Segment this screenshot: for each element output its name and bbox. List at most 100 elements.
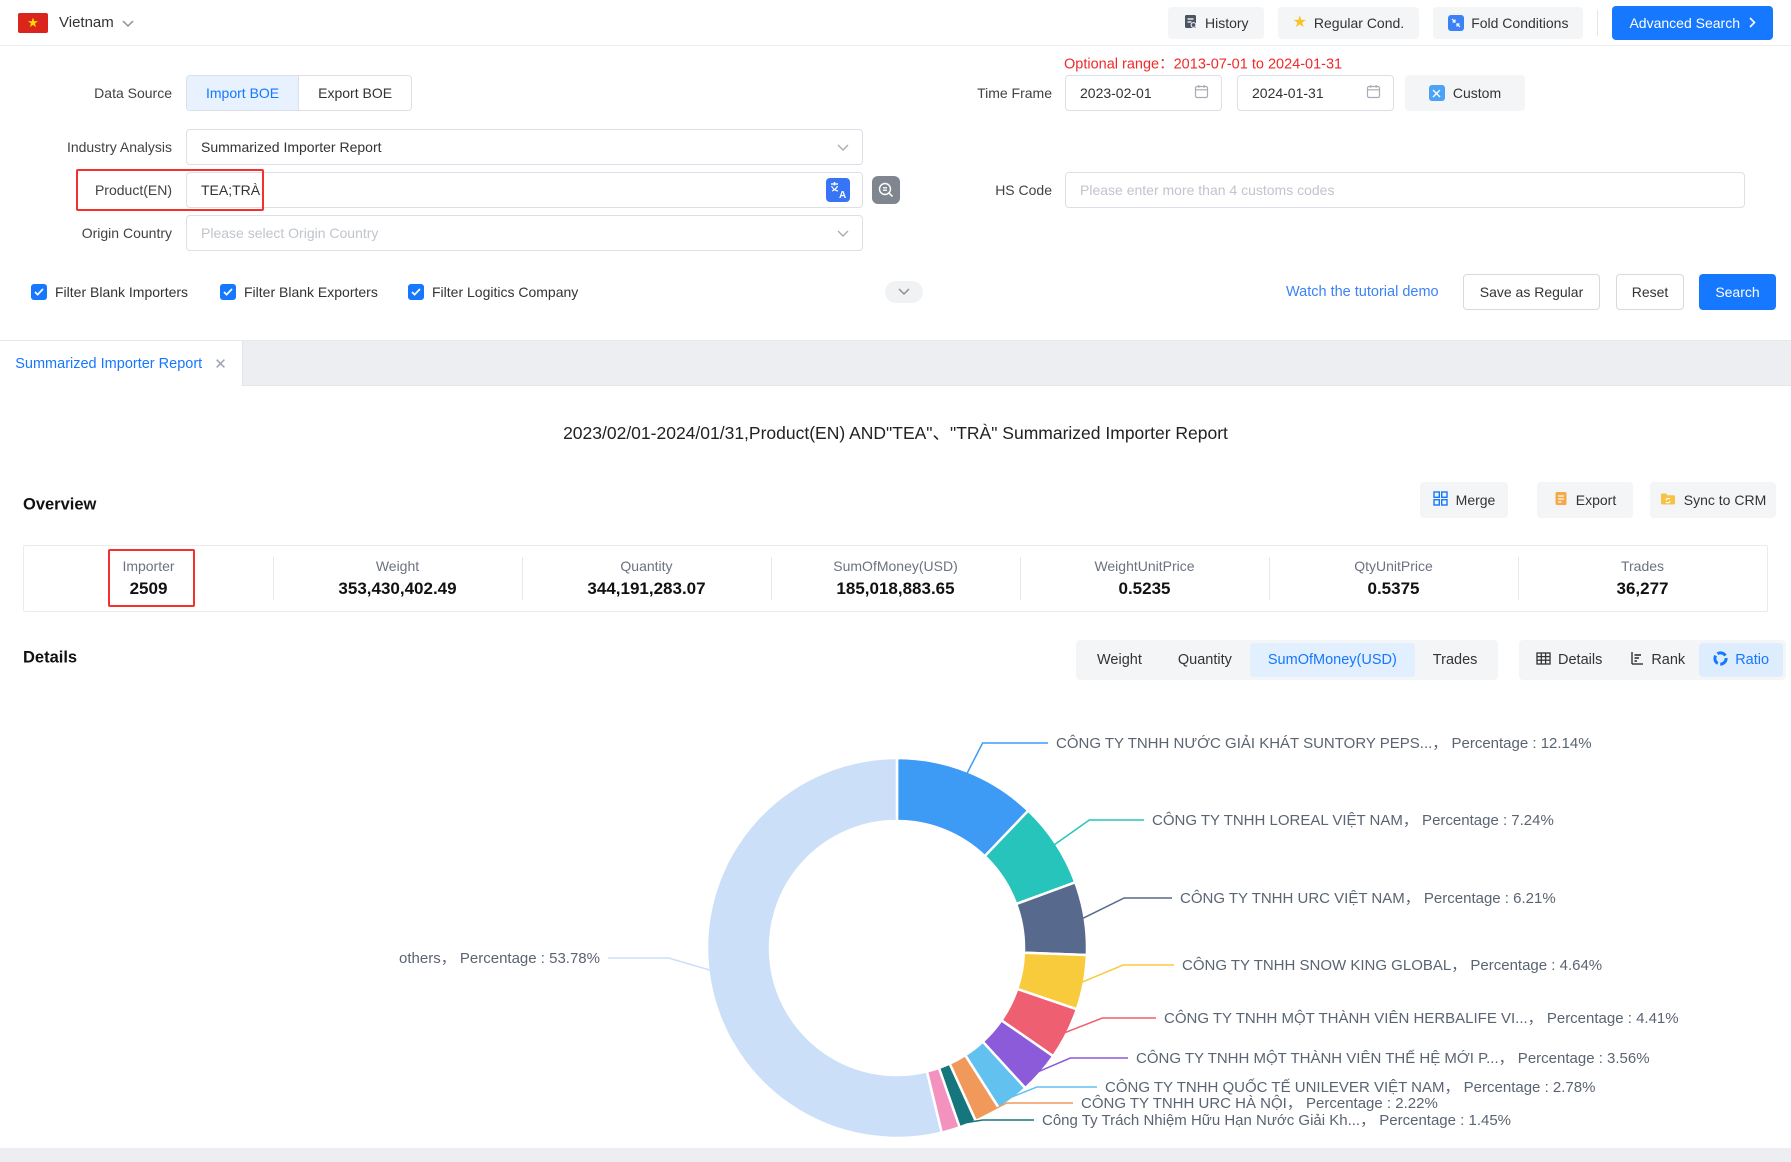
advanced-search-label: Advanced Search	[1629, 15, 1740, 31]
view-tab-details[interactable]: Details	[1522, 643, 1616, 677]
history-icon	[1183, 14, 1198, 32]
merge-icon	[1433, 491, 1448, 509]
industry-analysis-value: Summarized Importer Report	[201, 139, 382, 155]
metric-tab-quantity[interactable]: Quantity	[1160, 643, 1250, 677]
result-tab-strip: Summarized Importer Report ✕	[0, 340, 1791, 386]
optional-range-text: Optional range：2013-07-01 to 2024-01-31	[1064, 53, 1342, 74]
translate-icon[interactable]: A	[826, 178, 850, 202]
date-from-input[interactable]: 2023-02-01	[1065, 75, 1222, 111]
stat-value: 0.5375	[1368, 579, 1420, 599]
slice-label: others， Percentage : 53.78%	[399, 950, 600, 967]
checkbox-checked-icon	[31, 284, 47, 300]
label-callout-line	[1082, 965, 1174, 982]
stat-weight-unit-price: WeightUnitPrice 0.5235	[1020, 546, 1269, 611]
slice-label: CÔNG TY TNHH NƯỚC GIẢI KHÁT SUNTORY PEPS…	[1056, 735, 1592, 752]
view-tab-ratio[interactable]: Ratio	[1699, 643, 1783, 677]
filter-logitics-company-label: Filter Logitics Company	[432, 284, 578, 300]
hs-code-input[interactable]	[1065, 172, 1745, 208]
fold-conditions-button[interactable]: Fold Conditions	[1433, 7, 1583, 39]
regular-cond-label: Regular Cond.	[1314, 15, 1404, 31]
save-as-regular-button[interactable]: Save as Regular	[1463, 274, 1600, 310]
tutorial-demo-link[interactable]: Watch the tutorial demo	[1286, 284, 1439, 300]
hs-code-label: HS Code	[932, 182, 1052, 198]
custom-label: Custom	[1453, 85, 1501, 101]
label-callout-line	[967, 1120, 1034, 1122]
custom-range-button[interactable]: Custom	[1405, 75, 1525, 111]
svg-text:A: A	[839, 190, 846, 201]
stat-label: SumOfMoney(USD)	[833, 558, 957, 574]
product-en-label: Product(EN)	[0, 182, 172, 198]
export-button[interactable]: Export	[1537, 482, 1633, 518]
collapse-conditions-button[interactable]	[885, 281, 923, 303]
details-heading: Details	[23, 649, 77, 668]
data-source-label: Data Source	[0, 85, 172, 101]
fold-conditions-label: Fold Conditions	[1471, 15, 1568, 31]
sync-to-crm-button[interactable]: Sync to CRM	[1650, 482, 1776, 518]
time-frame-label: Time Frame	[932, 85, 1052, 101]
tab-title: Summarized Importer Report	[15, 356, 202, 372]
origin-country-placeholder: Please select Origin Country	[201, 225, 378, 241]
filter-blank-exporters-checkbox[interactable]: Filter Blank Exporters	[220, 284, 378, 300]
slice-label: CÔNG TY TNHH URC VIỆT NAM， Percentage : …	[1180, 890, 1556, 907]
chevron-right-icon	[1749, 15, 1756, 31]
slice-label: Công Ty Trách Nhiệm Hữu Hạn Nước Giải Kh…	[1042, 1112, 1511, 1129]
merge-button[interactable]: Merge	[1420, 482, 1508, 518]
tab-export-boe[interactable]: Export BOE	[298, 76, 411, 110]
label-callout-line	[967, 743, 1048, 774]
origin-country-select[interactable]: Please select Origin Country	[186, 215, 863, 251]
close-icon[interactable]: ✕	[214, 355, 227, 373]
chevron-down-icon[interactable]	[122, 15, 134, 31]
reset-button[interactable]: Reset	[1616, 274, 1684, 310]
label-callout-line	[1083, 898, 1172, 918]
stat-value: 36,277	[1617, 579, 1669, 599]
slice-label: CÔNG TY TNHH SNOW KING GLOBAL， Percentag…	[1182, 957, 1602, 974]
label-callout-line	[608, 958, 710, 970]
regular-cond-button[interactable]: ★ Regular Cond.	[1278, 7, 1420, 39]
export-label: Export	[1576, 492, 1616, 508]
ratio-chart-svg: CÔNG TY TNHH NƯỚC GIẢI KHÁT SUNTORY PEPS…	[0, 698, 1791, 1144]
bottom-scroll-strip[interactable]	[0, 1148, 1791, 1162]
search-form: Data Source Import BOE Export BOE Option…	[0, 46, 1791, 340]
stat-value: 185,018,883.65	[836, 579, 954, 599]
history-button[interactable]: History	[1168, 7, 1264, 39]
date-to-input[interactable]: 2024-01-31	[1237, 75, 1394, 111]
stat-label: Quantity	[620, 558, 672, 574]
view-tab-rank[interactable]: Rank	[1616, 643, 1699, 677]
folder-sync-icon	[1660, 492, 1676, 509]
stat-label: Weight	[376, 558, 419, 574]
filter-blank-importers-checkbox[interactable]: Filter Blank Importers	[31, 284, 188, 300]
exact-match-icon[interactable]	[872, 176, 900, 204]
slice-label: CÔNG TY TNHH URC HÀ NỘI， Percentage : 2.…	[1081, 1095, 1438, 1112]
chevron-down-icon	[837, 225, 849, 241]
sync-to-crm-label: Sync to CRM	[1684, 492, 1766, 508]
stat-label: Importer	[122, 558, 174, 574]
advanced-search-button[interactable]: Advanced Search	[1612, 6, 1773, 40]
stat-sum-of-money: SumOfMoney(USD) 185,018,883.65	[771, 546, 1020, 611]
date-from-value: 2023-02-01	[1080, 85, 1152, 101]
product-en-input[interactable]	[186, 172, 863, 208]
checkbox-checked-icon	[220, 284, 236, 300]
fold-icon	[1448, 15, 1464, 31]
stat-value: 353,430,402.49	[338, 579, 456, 599]
stat-value: 344,191,283.07	[587, 579, 705, 599]
custom-icon	[1429, 85, 1445, 101]
data-source-tabs: Import BOE Export BOE	[186, 75, 412, 111]
tab-summarized-importer-report[interactable]: Summarized Importer Report ✕	[0, 341, 243, 386]
view-tab-label: Ratio	[1735, 652, 1769, 668]
industry-analysis-select[interactable]: Summarized Importer Report	[186, 129, 863, 165]
filter-logitics-company-checkbox[interactable]: Filter Logitics Company	[408, 284, 578, 300]
label-callout-line	[1054, 820, 1144, 845]
metric-tab-weight[interactable]: Weight	[1079, 643, 1160, 677]
stat-qty-unit-price: QtyUnitPrice 0.5375	[1269, 546, 1518, 611]
tab-import-boe[interactable]: Import BOE	[187, 76, 298, 110]
metric-tab-sum-of-money[interactable]: SumOfMoney(USD)	[1250, 643, 1415, 677]
stat-value: 0.5235	[1119, 579, 1171, 599]
country-selector-label: Vietnam	[59, 14, 114, 31]
slice-label: CÔNG TY TNHH LOREAL VIỆT NAM， Percentage…	[1152, 812, 1554, 829]
search-button[interactable]: Search	[1699, 274, 1776, 310]
ratio-donut-chart: CÔNG TY TNHH NƯỚC GIẢI KHÁT SUNTORY PEPS…	[0, 698, 1791, 1144]
stat-weight: Weight 353,430,402.49	[273, 546, 522, 611]
metric-tab-trades[interactable]: Trades	[1415, 643, 1496, 677]
table-icon	[1536, 652, 1551, 669]
stat-quantity: Quantity 344,191,283.07	[522, 546, 771, 611]
